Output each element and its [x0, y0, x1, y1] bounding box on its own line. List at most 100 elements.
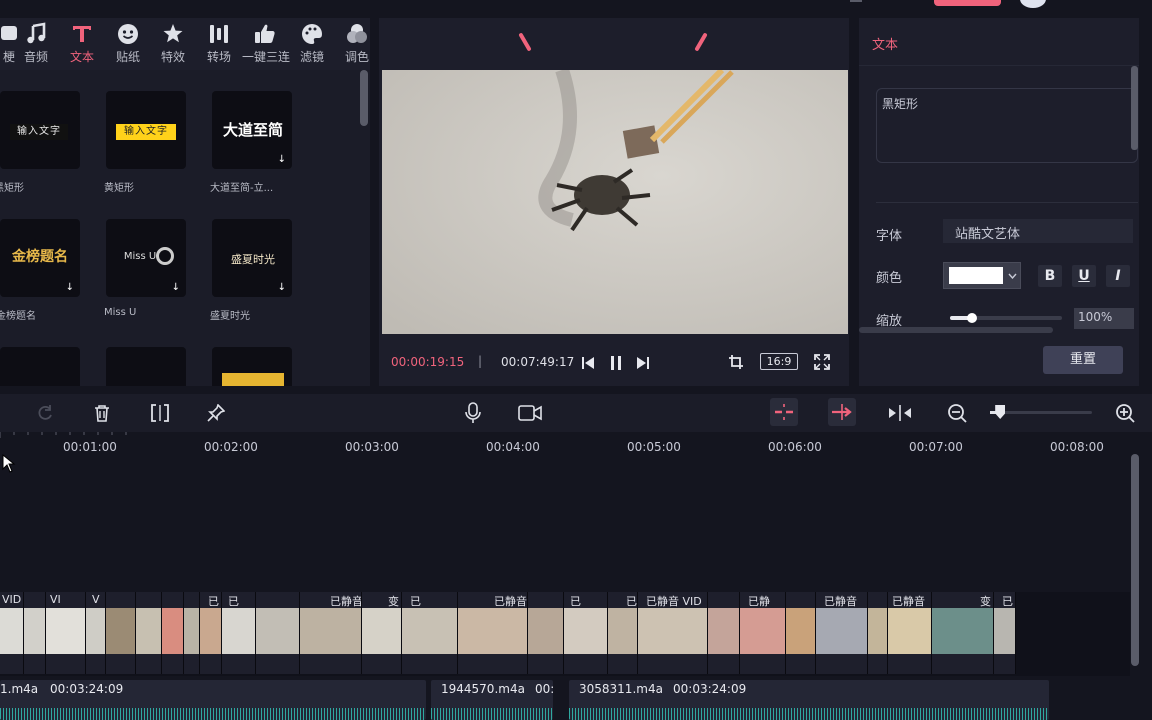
template-card[interactable]: [212, 347, 292, 386]
snap-toggle-button[interactable]: [770, 398, 798, 426]
video-clip[interactable]: [136, 592, 162, 674]
top-pink-button[interactable]: [934, 0, 1001, 6]
zoom-out-icon[interactable]: [947, 403, 967, 423]
panel-tab-text[interactable]: 文本: [872, 34, 898, 53]
scale-value-input[interactable]: 100%: [1074, 308, 1134, 329]
properties-scrollbar[interactable]: [1131, 66, 1138, 150]
text-content-input[interactable]: 黑矩形: [876, 88, 1138, 163]
template-card[interactable]: Miss U ↓ Miss U: [104, 219, 186, 318]
video-frame[interactable]: [382, 70, 848, 334]
tab-color-adjust[interactable]: 调色: [334, 20, 380, 68]
audio-waveform: [0, 708, 426, 720]
font-value: 站酷文艺体: [955, 227, 1021, 242]
scale-slider[interactable]: [950, 313, 1062, 323]
video-clip[interactable]: VID: [0, 592, 24, 674]
aspect-ratio-button[interactable]: 16:9: [760, 353, 798, 370]
audio-clip[interactable]: 3058311.m4a 00:03:24:09: [569, 680, 1049, 720]
template-card[interactable]: [0, 347, 80, 386]
tab-triple-like[interactable]: 一键三连: [242, 20, 290, 68]
clip-thumbnail: [362, 608, 401, 654]
download-icon[interactable]: ↓: [172, 282, 180, 293]
template-card[interactable]: [106, 347, 186, 386]
panel-horizontal-scrollbar[interactable]: [859, 327, 1053, 333]
video-clip[interactable]: 已: [402, 592, 458, 674]
fullscreen-icon[interactable]: [814, 354, 830, 370]
download-icon[interactable]: ↓: [278, 282, 286, 293]
video-clip[interactable]: [184, 592, 200, 674]
tab-text[interactable]: 文本: [59, 20, 105, 68]
tab-transition[interactable]: 转场: [196, 20, 242, 68]
video-clip[interactable]: 已: [994, 592, 1016, 674]
template-card[interactable]: 输入文字 黄矩形: [104, 91, 186, 194]
video-clip[interactable]: 已: [200, 592, 222, 674]
clip-label: 已静音: [892, 595, 925, 608]
video-clip[interactable]: 已静音: [458, 592, 528, 674]
timeline-scrollbar[interactable]: [1131, 454, 1139, 666]
video-clip[interactable]: 变: [362, 592, 402, 674]
crop-icon[interactable]: [728, 354, 744, 370]
video-clip[interactable]: 已静音: [300, 592, 362, 674]
link-toggle-button[interactable]: [828, 398, 856, 426]
sticker-icon: [118, 24, 138, 44]
video-clip[interactable]: 已静音: [816, 592, 868, 674]
zoom-in-icon[interactable]: [1115, 403, 1135, 423]
center-align-icon[interactable]: [888, 404, 912, 422]
download-icon[interactable]: ↓: [66, 282, 74, 293]
video-clip[interactable]: [528, 592, 564, 674]
template-card[interactable]: 金榜题名 ↓ 金榜题名: [0, 219, 80, 322]
template-card[interactable]: 盛夏时光 ↓ 盛夏时光: [210, 219, 292, 322]
camera-record-icon[interactable]: [518, 404, 542, 422]
tab-effects[interactable]: 特效: [150, 20, 196, 68]
audio-clip-name: 1.m4a: [0, 682, 39, 696]
tab-filter[interactable]: 滤镜: [289, 20, 335, 68]
clip-label: 已静音: [494, 595, 527, 608]
timeline-zoom-slider[interactable]: [990, 405, 1092, 419]
bold-button[interactable]: B: [1038, 265, 1062, 287]
ruler-label: 00:04:00: [486, 440, 540, 454]
library-scrollbar[interactable]: [360, 70, 368, 126]
download-icon[interactable]: ↓: [278, 154, 286, 165]
user-avatar[interactable]: [1020, 0, 1046, 8]
video-clip[interactable]: [868, 592, 888, 674]
split-icon[interactable]: [150, 404, 170, 422]
video-clip[interactable]: [162, 592, 184, 674]
audio-clip[interactable]: 1.m4a 00:03:24:09: [0, 680, 426, 720]
timeline-ruler[interactable]: 00:01:00 00:02:00 00:03:00 00:04:00 00:0…: [0, 432, 1140, 454]
video-clip[interactable]: [256, 592, 300, 674]
video-track: VID VI V 已 已 已静音 变 已 已静音 已 已 已静音 VID 已静 …: [0, 592, 1130, 676]
video-clip[interactable]: 已: [222, 592, 256, 674]
video-clip[interactable]: 已: [608, 592, 638, 674]
audio-clip[interactable]: 1944570.m4a 00:: [431, 680, 553, 720]
video-clip[interactable]: 已静音 VID: [638, 592, 708, 674]
scale-slider-handle[interactable]: [967, 313, 978, 323]
template-card[interactable]: 大道至简 ↓ 大道至简-立...: [210, 91, 292, 194]
video-clip[interactable]: 已静音: [888, 592, 932, 674]
pause-icon[interactable]: [609, 355, 623, 371]
underline-button[interactable]: U: [1072, 265, 1096, 287]
tab-audio[interactable]: 音频: [13, 20, 59, 68]
video-clip[interactable]: 变: [932, 592, 994, 674]
video-clip[interactable]: [24, 592, 46, 674]
video-clip[interactable]: [106, 592, 136, 674]
video-clip[interactable]: [708, 592, 740, 674]
video-clip[interactable]: VI: [46, 592, 86, 674]
italic-button[interactable]: I: [1106, 265, 1130, 287]
video-clip[interactable]: V: [86, 592, 106, 674]
video-clip[interactable]: 已静: [740, 592, 786, 674]
pin-icon[interactable]: [207, 404, 225, 422]
zoom-slider-handle[interactable]: [995, 405, 1006, 419]
delete-trash-icon[interactable]: [93, 404, 111, 422]
template-card[interactable]: 输入文字 黑矩形: [0, 91, 80, 194]
clip-label: V: [92, 593, 100, 606]
video-clip[interactable]: 已: [564, 592, 608, 674]
microphone-icon[interactable]: [464, 402, 482, 424]
font-select[interactable]: 站酷文艺体: [943, 219, 1133, 243]
video-clip[interactable]: [786, 592, 816, 674]
effects-star-icon: [163, 24, 183, 43]
previous-frame-icon[interactable]: [581, 356, 595, 370]
redo-icon[interactable]: [36, 404, 54, 422]
color-picker[interactable]: [943, 262, 1021, 289]
reset-button[interactable]: 重置: [1043, 346, 1123, 374]
tab-sticker[interactable]: 贴纸: [105, 20, 151, 68]
next-frame-icon[interactable]: [636, 356, 650, 370]
